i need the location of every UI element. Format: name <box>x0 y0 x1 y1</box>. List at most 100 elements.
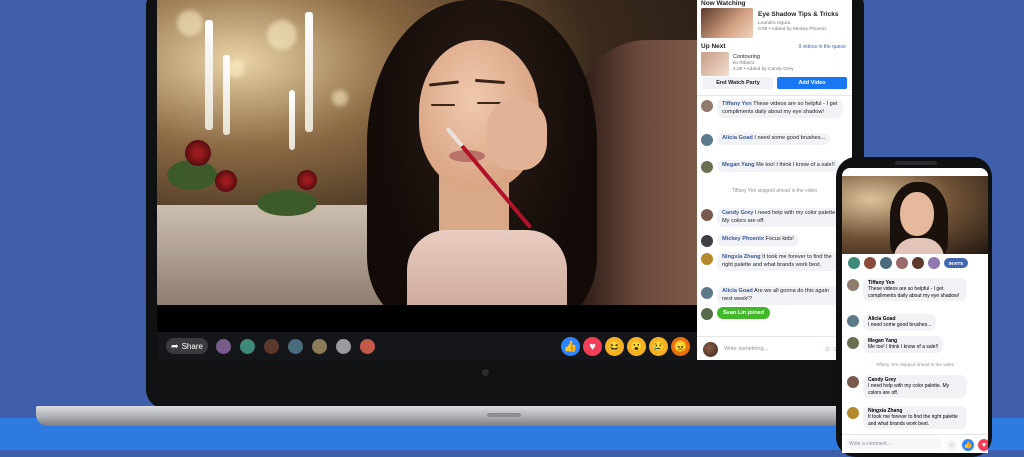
viewer-avatar[interactable] <box>359 338 376 355</box>
avatar <box>701 308 713 320</box>
viewer-avatar[interactable] <box>912 257 924 269</box>
viewer-avatar[interactable] <box>263 338 280 355</box>
message-text: Me too! I think I know of a sale!! <box>756 162 835 168</box>
message-bubble: Alicia Goad I need some good brushes... <box>863 314 937 331</box>
message-author[interactable]: Ningxia Zhang <box>722 254 761 260</box>
video-thumbnail <box>701 52 729 76</box>
viewer-avatar[interactable] <box>335 338 352 355</box>
love-icon[interactable]: ♥ <box>978 439 988 451</box>
wow-icon[interactable]: 😮 <box>627 337 646 356</box>
message-bubble: Candy Grey I need help with my color pale… <box>863 375 967 399</box>
message-bubble: Ningxia Zhang It took me forever to find … <box>863 406 967 430</box>
now-watching-item[interactable]: Eye Shadow Tips & Tricks Leandro Ogura 0… <box>701 8 848 38</box>
message-text: I need some good brushes... <box>868 322 932 329</box>
avatar[interactable] <box>847 315 859 327</box>
emoji-icon[interactable]: ☺ <box>946 439 958 451</box>
viewer-avatar[interactable] <box>215 338 232 355</box>
avatar <box>703 342 718 357</box>
video-meta: Leandro Ogura 0:05 • Added by Mickey Pho… <box>758 21 827 33</box>
love-icon[interactable]: ♥ <box>583 337 602 356</box>
candle <box>289 90 295 150</box>
viewer-avatar[interactable] <box>864 257 876 269</box>
viewer-avatar[interactable] <box>239 338 256 355</box>
message-text: Focus kids! <box>765 236 794 242</box>
share-arrow-icon: ➦ <box>171 340 179 351</box>
like-icon[interactable]: 👍 <box>561 337 580 356</box>
message-author[interactable]: Alicia Goad <box>722 288 753 294</box>
avatar[interactable] <box>847 279 859 291</box>
viewer-avatar[interactable] <box>928 257 940 269</box>
end-watch-party-button[interactable]: End Watch Party <box>703 77 773 89</box>
laptop-screen: ➦ Share 👍 ♥ 😆 😮 😢 😠 Now Watching Eye Shadow T… <box>157 0 852 360</box>
model-face <box>900 192 934 236</box>
viewer-avatar[interactable] <box>880 257 892 269</box>
joined-pill: Sean Lin joined <box>717 307 771 319</box>
eye <box>431 104 455 106</box>
skipped-note: Tiffany Yen skipped ahead in the video <box>875 362 955 367</box>
message-bubble: Tiffany Yen These videos are so helpful … <box>717 99 843 118</box>
candle <box>305 12 313 132</box>
dinner-table <box>157 205 397 305</box>
invite-button[interactable]: INVITE <box>944 258 968 268</box>
viewer-avatar[interactable] <box>896 257 908 269</box>
phone-screen: INVITE Tiffany Yen These videos are so he… <box>842 168 988 453</box>
up-next-label: Up Next <box>701 43 726 50</box>
message-text: Me too! I think I know of a sale!! <box>868 344 939 351</box>
avatar[interactable] <box>701 209 713 221</box>
haha-icon[interactable]: 😆 <box>605 337 624 356</box>
message-text: These videos are so helpful - I get comp… <box>868 286 960 299</box>
bokeh-light <box>332 90 348 106</box>
chat-list: Tiffany Yen These videos are so helpful … <box>697 95 852 325</box>
video-player[interactable] <box>157 0 697 305</box>
message-bubble: Alicia Goad Are we all gonna do this aga… <box>717 286 843 305</box>
avatar[interactable] <box>701 235 713 247</box>
queue-count[interactable]: 9 videos in the queue <box>798 44 846 50</box>
message-text: I need some good brushes... <box>754 135 826 141</box>
share-label: Share <box>181 341 203 351</box>
message-bubble: Alicia Goad I need some good brushes... <box>717 133 831 145</box>
message-bubble: Megan Yang Me too! I think I know of a s… <box>717 160 840 172</box>
rose <box>185 140 211 166</box>
video-added-by: 4:28 • Added by Candy Grey <box>733 67 794 72</box>
phone-video-player[interactable] <box>842 176 988 254</box>
avatar[interactable] <box>701 287 713 299</box>
phone-viewer-row: INVITE <box>842 254 988 272</box>
message-bubble: Candy Grey I need help with my color pal… <box>717 208 843 227</box>
message-author[interactable]: Alicia Goad <box>722 135 753 141</box>
message-text: It took me forever to find the right pal… <box>868 414 958 427</box>
candle <box>223 55 230 135</box>
angry-icon[interactable]: 😠 <box>671 337 690 356</box>
comment-input[interactable]: Write a comment... <box>846 438 942 449</box>
video-added-by: 0:05 • Added by Mickey Phoenix <box>758 27 827 32</box>
avatar[interactable] <box>847 376 859 388</box>
avatar[interactable] <box>701 253 713 265</box>
message-bubble: Mickey Phoenix Focus kids! <box>717 234 799 246</box>
message-author[interactable]: Candy Grey <box>722 210 753 216</box>
skipped-note: Tiffany Yen skipped ahead in the video <box>731 188 818 194</box>
share-button[interactable]: ➦ Share <box>166 338 208 354</box>
avatar[interactable] <box>701 161 713 173</box>
sad-icon[interactable]: 😢 <box>649 337 668 356</box>
bokeh-light <box>177 10 203 36</box>
video-thumbnail <box>701 8 753 38</box>
chat-input[interactable]: Write something... <box>724 343 834 355</box>
viewer-avatar[interactable] <box>311 338 328 355</box>
like-icon[interactable]: 👍 <box>962 439 974 451</box>
message-author[interactable]: Megan Yang <box>722 162 755 168</box>
avatar[interactable] <box>847 337 859 349</box>
avatar[interactable] <box>701 134 713 146</box>
viewer-avatar[interactable] <box>848 257 860 269</box>
avatar[interactable] <box>847 407 859 419</box>
laptop-notch <box>487 413 521 417</box>
add-video-button[interactable]: Add Video <box>777 77 847 89</box>
leaf <box>257 190 317 216</box>
message-author[interactable]: Mickey Phoenix <box>722 236 764 242</box>
message-author[interactable]: Tiffany Yen <box>722 101 752 107</box>
avatar[interactable] <box>701 100 713 112</box>
phone-compose: Write a comment... ☺ 👍 ♥ <box>842 434 988 453</box>
chat-compose: Write something... ⊙☺▭ <box>697 336 852 360</box>
rose <box>215 170 237 192</box>
now-watching-label: Now Watching <box>701 0 746 7</box>
model-blouse <box>407 230 567 305</box>
viewer-avatar[interactable] <box>287 338 304 355</box>
